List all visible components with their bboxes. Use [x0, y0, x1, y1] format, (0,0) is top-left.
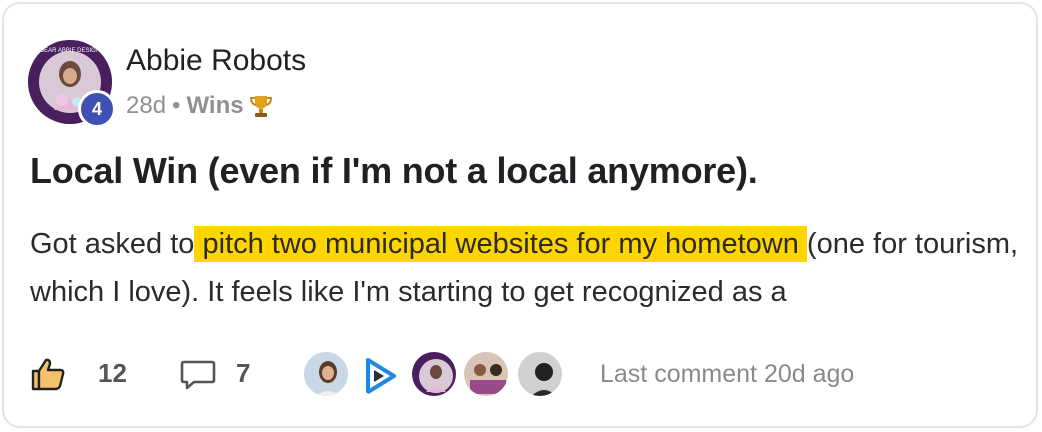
post-body[interactable]: Got asked to pitch two municipal website…: [30, 220, 1020, 316]
post-meta: 28d • Wins: [126, 92, 272, 120]
participant-avatar[interactable]: [516, 350, 564, 398]
participant-avatar[interactable]: [410, 350, 458, 398]
comment-icon[interactable]: [180, 358, 216, 390]
body-highlight: pitch two municipal websites for my home…: [194, 226, 807, 262]
participant-avatar[interactable]: [354, 350, 402, 398]
comment-count: 7: [236, 358, 251, 388]
level-badge: 4: [78, 90, 116, 128]
participant-image: [464, 352, 508, 396]
meta-separator: •: [172, 92, 181, 119]
participant-image: [412, 352, 456, 396]
participant-image: [518, 352, 562, 396]
trophy-icon: [249, 96, 272, 117]
post-category[interactable]: Wins: [186, 92, 243, 120]
like-count: 12: [98, 358, 127, 388]
svg-text:DEAR ABBIE DESIGN: DEAR ABBIE DESIGN: [40, 48, 100, 54]
author-name[interactable]: Abbie Robots: [126, 44, 306, 78]
participant-avatar[interactable]: [462, 350, 510, 398]
last-comment-time[interactable]: Last comment 20d ago: [600, 360, 854, 389]
author-avatar-wrap[interactable]: DEAR ABBIE DESIGN 4: [28, 40, 116, 128]
body-text-start: Got asked to: [30, 228, 195, 260]
participant-image: [304, 352, 348, 396]
thumbs-up-icon[interactable]: [30, 356, 66, 392]
play-logo-icon: [356, 352, 400, 396]
post-footer: 12 7 Last comment 20d ago: [30, 348, 1020, 398]
post-age[interactable]: 28d: [126, 92, 166, 120]
post-card[interactable]: DEAR ABBIE DESIGN 4 Abbie Robots 28d • W…: [2, 2, 1038, 428]
participant-avatar[interactable]: [302, 350, 350, 398]
post-title[interactable]: Local Win (even if I'm not a local anymo…: [30, 150, 758, 192]
